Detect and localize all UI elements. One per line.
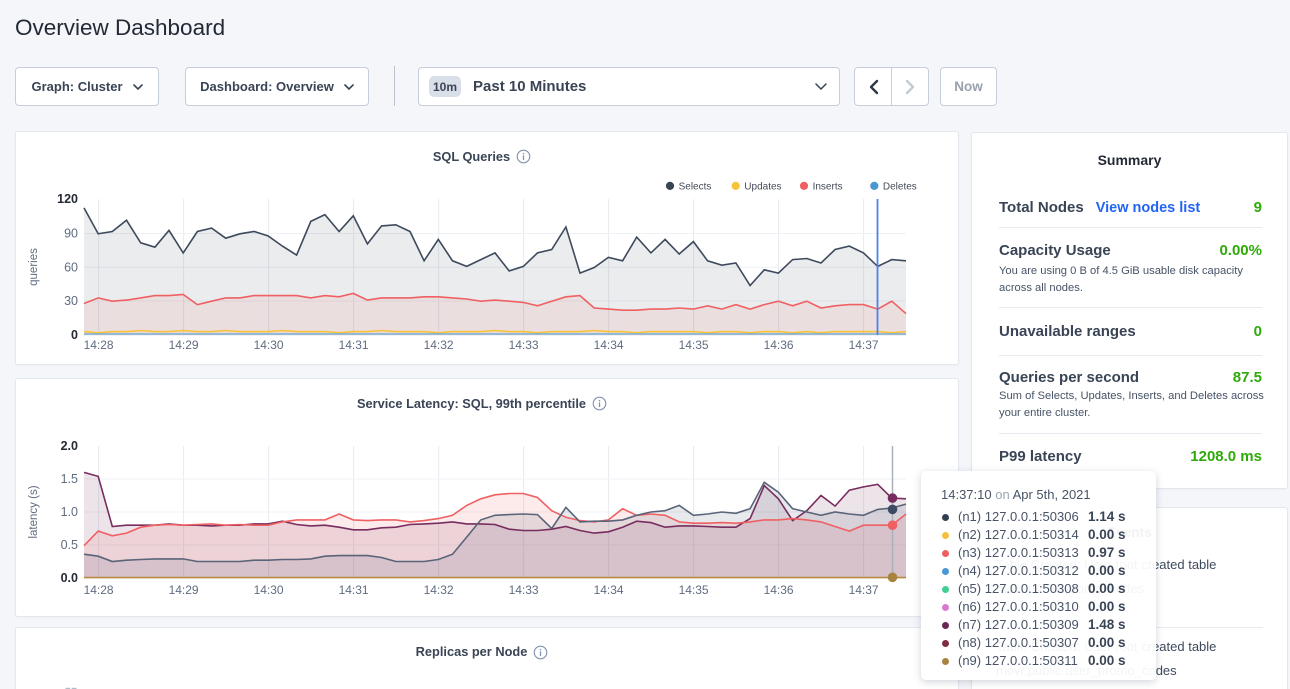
- svg-text:14:29: 14:29: [169, 583, 199, 597]
- svg-text:Selects: Selects: [679, 181, 712, 192]
- svg-text:2.0: 2.0: [61, 439, 78, 453]
- svg-text:queries: queries: [28, 248, 40, 286]
- svg-text:0.5: 0.5: [61, 538, 78, 552]
- svg-text:14:36: 14:36: [764, 338, 794, 352]
- svg-text:1.5: 1.5: [61, 472, 78, 486]
- svg-text:120: 120: [57, 192, 78, 206]
- svg-text:14:31: 14:31: [339, 338, 369, 352]
- svg-text:14:35: 14:35: [679, 338, 709, 352]
- svg-text:14:37: 14:37: [849, 583, 879, 597]
- svg-text:14:32: 14:32: [424, 583, 454, 597]
- svg-text:14:34: 14:34: [594, 583, 624, 597]
- svg-text:14:32: 14:32: [424, 338, 454, 352]
- svg-text:0: 0: [71, 328, 78, 342]
- svg-text:14:28: 14:28: [84, 583, 114, 597]
- svg-text:Deletes: Deletes: [883, 181, 917, 192]
- svg-text:latency (s): latency (s): [28, 485, 40, 538]
- svg-text:30: 30: [64, 294, 78, 308]
- svg-text:1.0: 1.0: [61, 505, 78, 519]
- svg-text:14:29: 14:29: [169, 338, 199, 352]
- svg-text:14:37: 14:37: [849, 338, 879, 352]
- svg-text:14:33: 14:33: [509, 583, 539, 597]
- svg-text:14:30: 14:30: [254, 338, 284, 352]
- svg-text:Inserts: Inserts: [813, 181, 843, 192]
- svg-text:14:28: 14:28: [84, 338, 114, 352]
- svg-text:0.0: 0.0: [61, 571, 78, 585]
- svg-text:14:35: 14:35: [679, 583, 709, 597]
- svg-text:60: 60: [64, 260, 78, 274]
- svg-text:90: 90: [64, 227, 78, 241]
- svg-text:14:30: 14:30: [254, 583, 284, 597]
- svg-text:14:31: 14:31: [339, 583, 369, 597]
- svg-text:14:36: 14:36: [764, 583, 794, 597]
- svg-text:Updates: Updates: [744, 181, 781, 192]
- svg-text:14:33: 14:33: [509, 338, 539, 352]
- svg-text:14:34: 14:34: [594, 338, 624, 352]
